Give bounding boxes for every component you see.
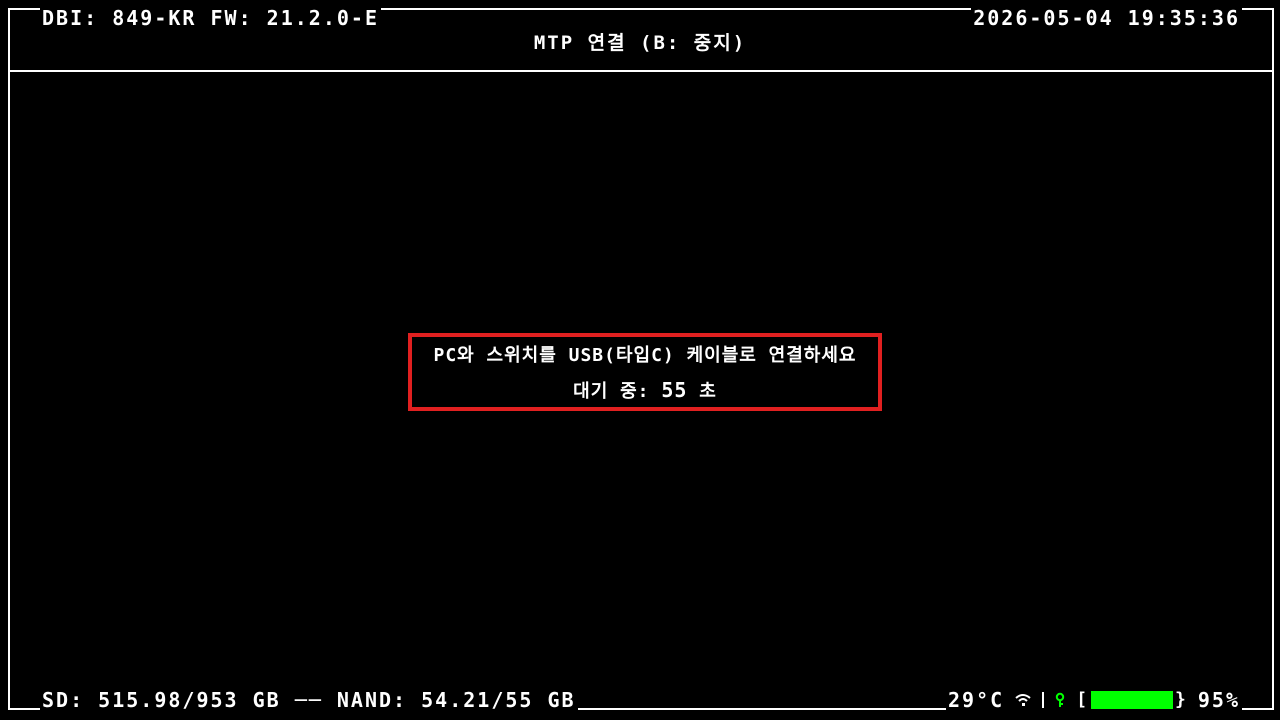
header-left: DBI: 849-KR FW: 21.2.0-E: [40, 8, 381, 28]
header-divider: [8, 70, 1274, 72]
battery-icon: [ }: [1076, 689, 1188, 710]
datetime: 2026-05-04 19:35:36: [971, 6, 1242, 30]
nand-storage: NAND: 54.21/55 GB: [336, 688, 576, 712]
countdown-line: 대기 중: 55 초: [573, 377, 717, 403]
status-separator: [1042, 692, 1045, 708]
charging-icon: [1054, 692, 1066, 708]
battery-fill: [1091, 691, 1174, 709]
wifi-icon: [1014, 693, 1032, 707]
countdown-unit: 초: [699, 381, 717, 402]
status-bar: 29°C [ } 95%: [946, 690, 1242, 710]
sd-storage: SD: 515.98/953 GB: [42, 688, 281, 712]
temperature: 29°C: [948, 688, 1005, 712]
page-title: MTP 연결 (B: 중지): [533, 32, 747, 54]
dbi-version: DBI: 849-KR: [42, 6, 197, 30]
countdown-value: 55: [661, 378, 688, 402]
connection-message-box: PC와 스위치를 USB(타입C) 케이블로 연결하세요 대기 중: 55 초: [408, 333, 882, 411]
firmware-version: FW: 21.2.0-E: [210, 6, 379, 30]
instruction-text: PC와 스위치를 USB(타입C) 케이블로 연결하세요: [433, 345, 857, 366]
storage-info: SD: 515.98/953 GB ── NAND: 54.21/55 GB: [40, 688, 578, 712]
battery-percent: 95%: [1197, 688, 1240, 712]
countdown-label: 대기 중:: [573, 381, 650, 402]
